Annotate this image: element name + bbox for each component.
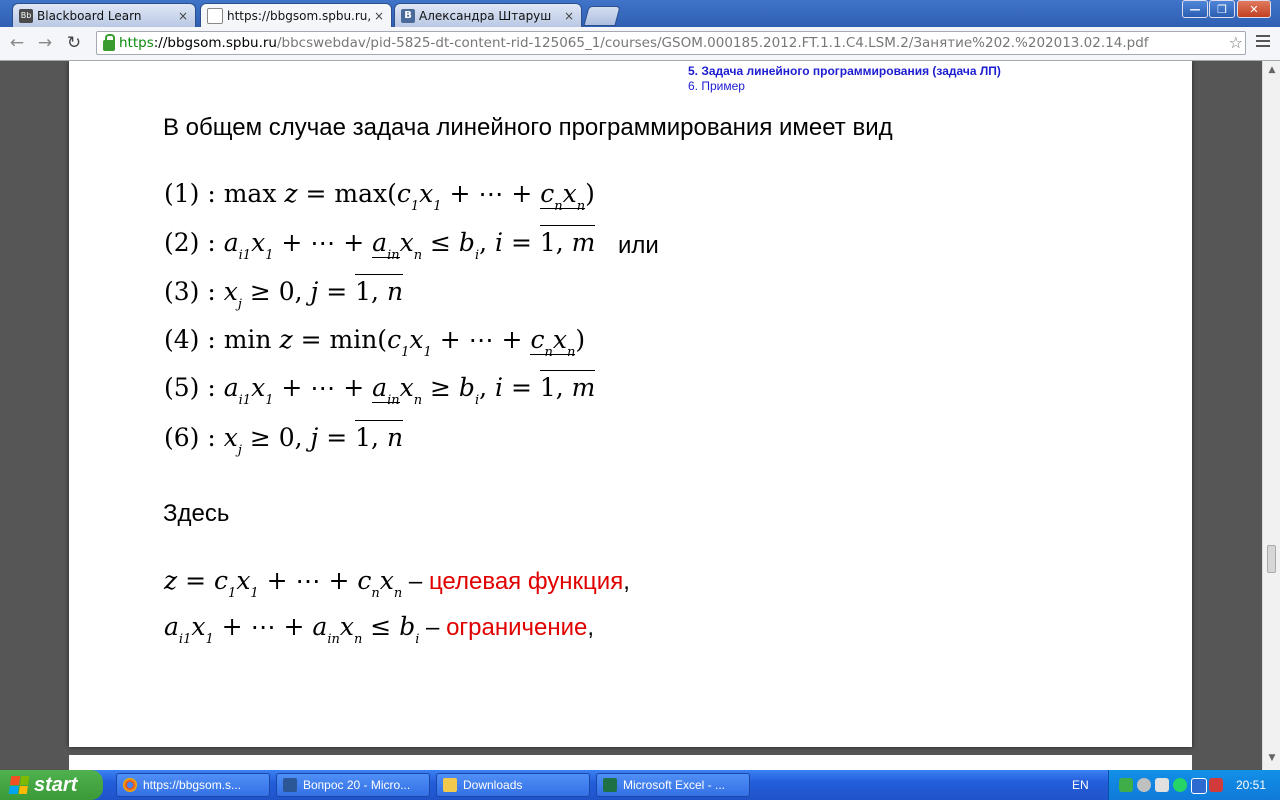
slide-nav-item[interactable]: 5. Задача линейного программирования (за… (688, 64, 1001, 79)
vk-favicon: B (401, 8, 415, 23)
tab-close-icon[interactable]: × (371, 9, 387, 23)
menu-icon[interactable] (1256, 35, 1270, 51)
formula-4: (4) : min z = min(c1x1 + ⋯ + cnxn) (164, 325, 586, 360)
taskbar-item-word[interactable]: Вопрос 20 - Micro... (276, 773, 430, 797)
taskbar-item-downloads[interactable]: Downloads (436, 773, 590, 797)
chrome-icon (123, 778, 137, 792)
constraint-label: ограничение (446, 614, 588, 641)
scroll-down-icon[interactable]: ▼ (1266, 753, 1278, 765)
constraint-line: ai1x1 + ⋯ + ainxn ≤ bi – ограничение, (164, 612, 595, 647)
goal-function-line: z = c1x1 + ⋯ + cnxn – целевая функция, (164, 566, 630, 601)
formula-2: (2) : ai1x1 + ⋯ + ainxn ≤ bi, i = 1, m (164, 225, 596, 263)
forward-button[interactable]: → (34, 32, 56, 54)
here-label: Здесь (163, 500, 230, 527)
formula-1: (1) : max z = max(c1x1 + ⋯ + cnxn) (164, 179, 595, 214)
taskbar-item-excel[interactable]: Microsoft Excel - ... (596, 773, 750, 797)
antivirus-icon[interactable] (1209, 778, 1223, 792)
minimize-button[interactable]: — (1182, 0, 1208, 18)
taskbar-item-label: https://bbgsom.s... (143, 778, 242, 792)
restore-button[interactable]: ❐ (1209, 0, 1235, 18)
language-indicator[interactable]: EN (1072, 778, 1089, 792)
folder-icon (443, 778, 457, 792)
tab-blackboard[interactable]: Bb Blackboard Learn × (12, 3, 196, 27)
goal-function-label: целевая функция (428, 568, 624, 595)
slide-nav: 5. Задача линейного программирования (за… (688, 64, 1001, 94)
tray-network-icon[interactable] (1137, 778, 1151, 792)
formula-3: (3) : xj ≥ 0, j = 1, n (164, 274, 404, 312)
browser-toolbar: ← → ↻ https://bbgsom.spbu.ru/bbcswebdav/… (0, 27, 1280, 61)
lock-icon (103, 33, 115, 51)
tab-title: https://bbgsom.spbu.ru, (227, 8, 371, 23)
tab-pdf[interactable]: https://bbgsom.spbu.ru, × (200, 3, 392, 27)
taskbar: start https://bbgsom.s... Вопрос 20 - Mi… (0, 770, 1280, 800)
pdf-next-page (69, 755, 1192, 770)
formula-5: (5) : ai1x1 + ⋯ + ainxn ≥ bi, i = 1, m (164, 370, 596, 408)
pdf-viewer: 5. Задача линейного программирования (за… (0, 61, 1262, 770)
scrollbar-thumb[interactable] (1267, 545, 1276, 573)
comma: , (587, 614, 595, 641)
tray-app-icon[interactable] (1173, 778, 1187, 792)
or-word: или (618, 232, 659, 259)
start-button[interactable]: start (0, 770, 103, 800)
taskbar-item-label: Microsoft Excel - ... (623, 778, 726, 792)
excel-icon (603, 778, 617, 792)
dash: – (419, 614, 447, 641)
new-tab-button[interactable] (583, 6, 621, 26)
word-icon (283, 778, 297, 792)
taskbar-item-chrome[interactable]: https://bbgsom.s... (116, 773, 270, 797)
url-scheme: https (119, 35, 154, 51)
reload-button[interactable]: ↻ (63, 32, 85, 54)
url-host: ://bbgsom.spbu.ru (153, 35, 277, 51)
tab-vk[interactable]: B Александра Штаруш × (394, 3, 582, 27)
tab-close-icon[interactable]: × (175, 9, 191, 23)
page-heading: В общем случае задача линейного программ… (163, 114, 893, 141)
vertical-scrollbar[interactable]: ▲ ▼ (1262, 61, 1280, 770)
start-label: start (34, 773, 78, 796)
address-bar[interactable]: https://bbgsom.spbu.ru/bbcswebdav/pid-58… (96, 31, 1246, 55)
tray-check-icon[interactable] (1119, 778, 1133, 792)
url-path: /bbcswebdav/pid-5825-dt-content-rid-1250… (276, 35, 1149, 51)
formula-6: (6) : xj ≥ 0, j = 1, n (164, 420, 404, 458)
blackboard-favicon: Bb (19, 8, 33, 23)
comma: , (623, 568, 630, 595)
back-button[interactable]: ← (6, 32, 28, 54)
pdf-page: 5. Задача линейного программирования (за… (69, 61, 1192, 747)
slide-nav-item[interactable]: 6. Пример (688, 79, 1001, 94)
taskbar-item-label: Вопрос 20 - Micro... (303, 778, 411, 792)
scroll-up-icon[interactable]: ▲ (1266, 65, 1278, 77)
title-bar: Bb Blackboard Learn × https://bbgsom.spb… (0, 0, 1280, 27)
dash: – (402, 568, 429, 595)
close-window-button[interactable]: ✕ (1237, 0, 1271, 18)
windows-flag-icon (8, 776, 30, 794)
clock: 20:51 (1235, 778, 1266, 792)
bookmark-star-icon[interactable]: ☆ (1229, 33, 1243, 52)
tray-monitor-icon[interactable] (1191, 778, 1207, 794)
tab-close-icon[interactable]: × (561, 9, 577, 23)
document-favicon (207, 7, 223, 24)
tab-title: Blackboard Learn (37, 8, 142, 23)
system-tray: 20:51 (1108, 770, 1280, 800)
volume-icon[interactable] (1155, 778, 1169, 792)
tab-title: Александра Штаруш (419, 8, 552, 23)
taskbar-item-label: Downloads (463, 778, 523, 792)
